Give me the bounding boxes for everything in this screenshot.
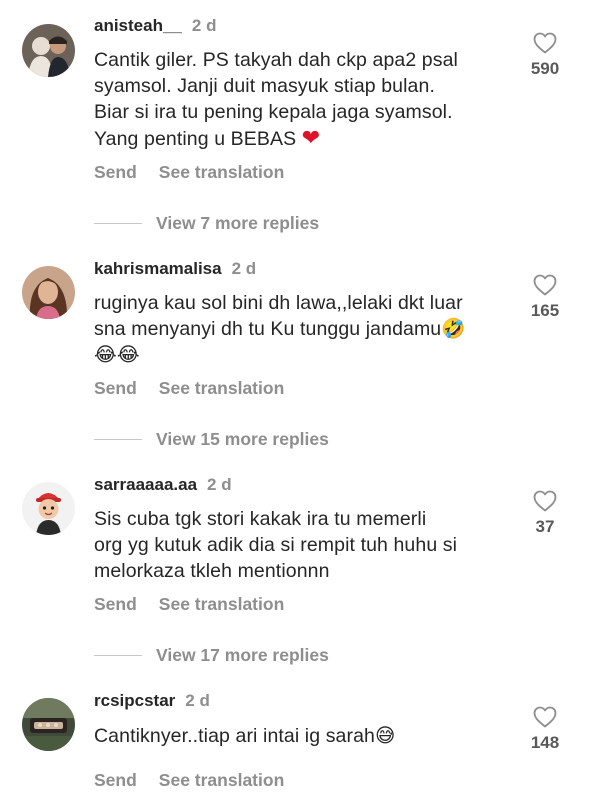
comment-meta: rcsipcstar 2 d [94, 691, 210, 711]
view-replies-button[interactable]: View 7 more replies [94, 211, 319, 235]
username[interactable]: rcsipcstar [94, 691, 175, 710]
view-replies-button[interactable]: View 15 more replies [94, 427, 329, 451]
comment-text: Cantiknyer..tiap ari intai ig sarah😅 [94, 723, 514, 749]
heart-outline-icon[interactable] [533, 490, 557, 512]
comment-actions: Send See translation [94, 593, 284, 615]
comment-line: org yg kutuk adik dia si rempit tuh huhu… [94, 534, 458, 556]
view-replies-label: View 17 more replies [156, 644, 329, 665]
send-button[interactable]: Send [94, 770, 137, 790]
comment-meta: sarraaaaa.aa 2 d [94, 475, 232, 495]
heart-outline-icon[interactable] [533, 32, 557, 54]
view-replies-label: View 15 more replies [156, 428, 329, 449]
avatar[interactable] [22, 266, 75, 319]
comment-meta: kahrismamalisa 2 d [94, 259, 256, 279]
comment-line: Yang penting u BEBAS ❤ [94, 125, 514, 152]
comment-text: Cantik giler. PS takyah dah ckp apa2 psa… [94, 47, 514, 152]
comment-text: Sis cuba tgk stori kakak ira tu memerli … [94, 506, 514, 584]
heart-outline-icon[interactable] [533, 274, 557, 296]
comment-line-text: Yang penting u BEBAS [94, 128, 297, 150]
see-translation-button[interactable]: See translation [159, 162, 284, 182]
see-translation-button[interactable]: See translation [159, 594, 284, 614]
comment-text: ruginya kau sol bini dh lawa,,lelaki dkt… [94, 290, 514, 368]
comment-line: syamsol. Janji duit masyuk stiap bulan. [94, 75, 435, 97]
send-button[interactable]: Send [94, 162, 137, 182]
username[interactable]: anisteah__ [94, 16, 182, 35]
like-control: 590 [520, 32, 570, 79]
like-count: 165 [530, 301, 560, 320]
avatar[interactable] [22, 698, 75, 751]
view-replies-label: View 7 more replies [156, 212, 320, 233]
replies-divider [94, 654, 142, 656]
comment-age: 2 d [207, 475, 232, 494]
replies-divider [94, 438, 142, 440]
comment-age: 2 d [185, 691, 210, 710]
comment-line: ruginya kau sol bini dh lawa,,lelaki dkt… [94, 292, 463, 314]
comment-line: Cantiknyer..tiap ari intai ig sarah😅 [94, 725, 396, 747]
like-count: 37 [535, 517, 555, 536]
like-count: 148 [530, 733, 560, 752]
replies-divider [94, 222, 142, 224]
comment-age: 2 d [231, 259, 257, 278]
see-translation-button[interactable]: See translation [159, 378, 284, 398]
comment-line: 😂😂 [94, 344, 140, 366]
like-count: 590 [530, 59, 560, 78]
avatar[interactable] [22, 24, 75, 77]
heart-outline-icon[interactable] [533, 706, 557, 728]
comment-line: Cantik giler. PS takyah dah ckp apa2 psa… [94, 49, 458, 71]
comment-actions: Send See translation [94, 161, 284, 183]
comment-line: melorkaza tkleh mentionnn [94, 560, 330, 582]
see-translation-button[interactable]: See translation [159, 770, 284, 790]
comment-line: Sis cuba tgk stori kakak ira tu memerli [94, 508, 427, 530]
avatar[interactable] [22, 482, 75, 535]
send-button[interactable]: Send [94, 594, 137, 614]
view-replies-button[interactable]: View 17 more replies [94, 643, 329, 667]
username[interactable]: kahrismamalisa [94, 259, 222, 278]
send-button[interactable]: Send [94, 378, 137, 398]
comment-line: Biar si ira tu pening kepala jaga syamso… [94, 101, 453, 123]
heart-emoji: ❤ [301, 125, 321, 150]
comment-meta: anisteah__ 2 d [94, 16, 216, 36]
like-control: 37 [520, 490, 570, 537]
like-control: 165 [520, 274, 570, 321]
comment-age: 2 d [191, 16, 217, 35]
like-control: 148 [520, 706, 570, 753]
username[interactable]: sarraaaaa.aa [94, 475, 197, 494]
comment-actions: Send See translation [94, 769, 284, 791]
comment-line: sna menyanyi dh tu Ku tunggu jandamu🤣 [94, 318, 466, 340]
comment-actions: Send See translation [94, 377, 284, 399]
